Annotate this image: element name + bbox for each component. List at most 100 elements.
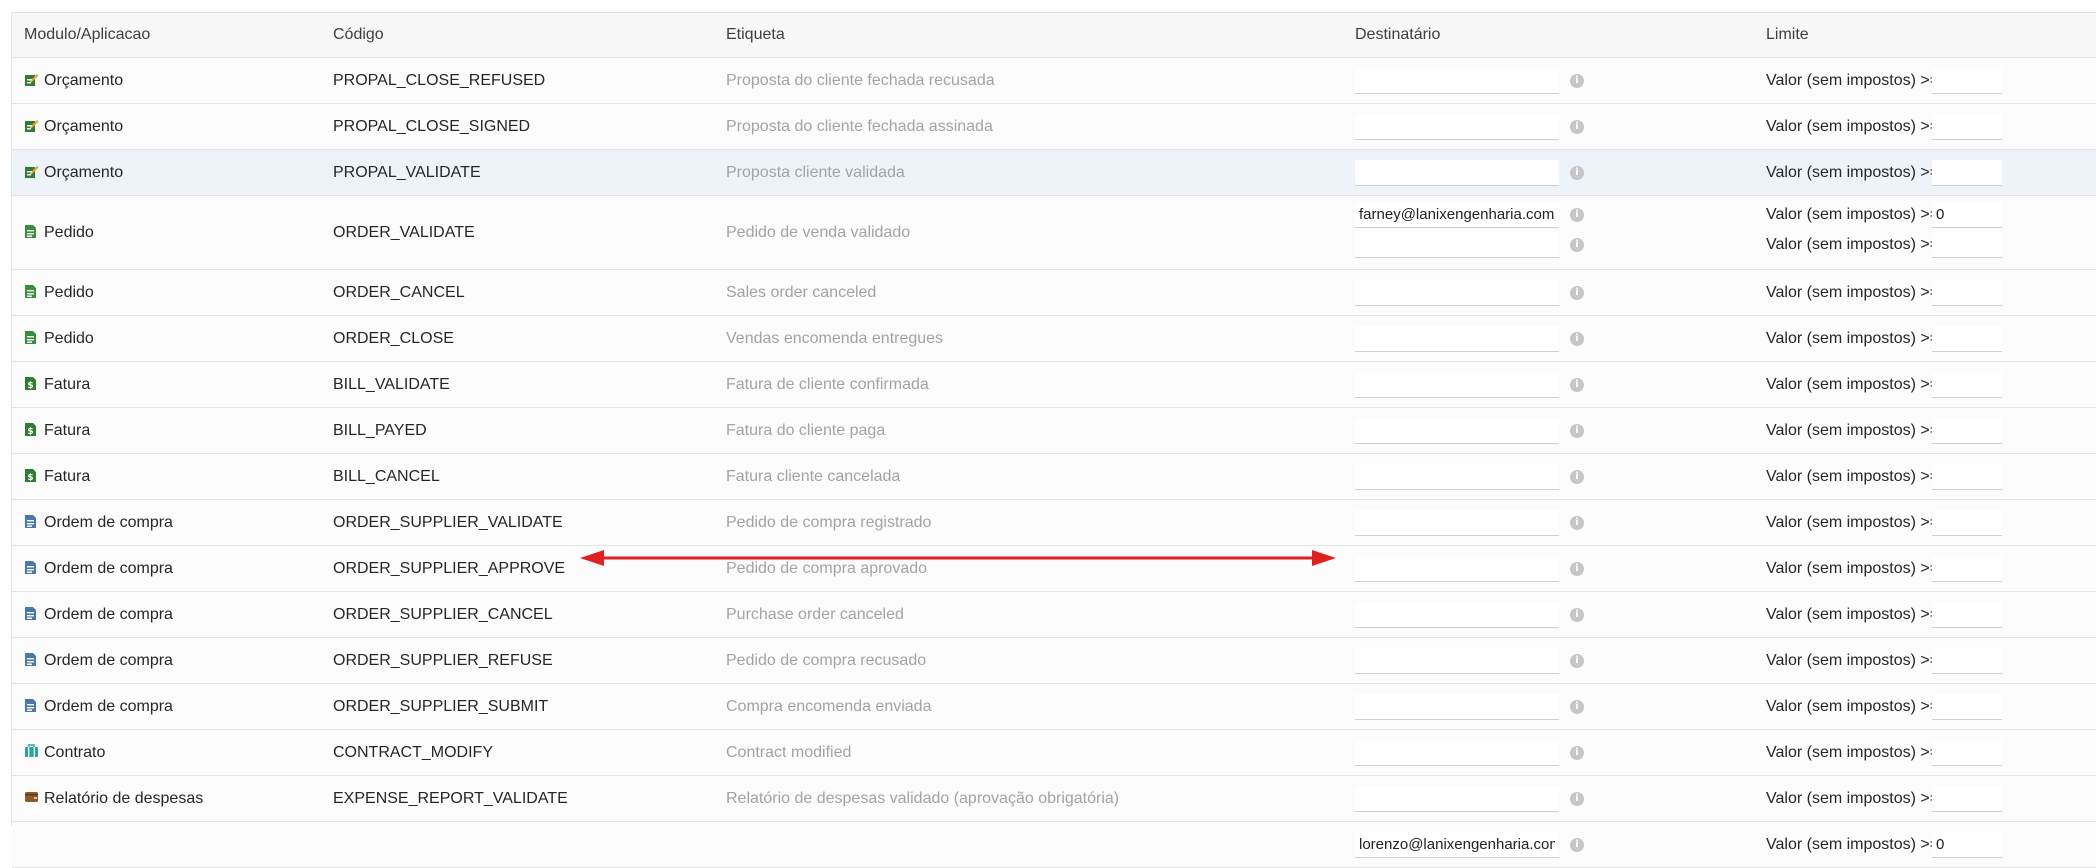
limit-amount-input[interactable] [1932,463,2002,490]
recipient-email-input[interactable] [1355,509,1559,536]
limit-label: Valor (sem impostos) >= [1766,236,1940,253]
label-cell: Proposta do cliente fechada assinada [726,117,993,135]
table-body: Orçamento PROPAL_CLOSE_REFUSED Proposta do… [12,58,2096,868]
invoice-icon: $ [24,422,38,437]
table-row: Orçamento PROPAL_CLOSE_SIGNED Proposta do … [12,104,2096,150]
info-icon[interactable]: i [1570,208,1584,222]
limit-amount-input[interactable] [1932,279,2002,306]
module-name: Pedido [44,223,94,241]
recipient-email-input[interactable] [1355,601,1559,628]
recipient-email-input[interactable] [1355,785,1559,812]
limit-label: Valor (sem impostos) >= [1766,605,1940,623]
recipient-email-input[interactable] [1355,67,1559,94]
limit-amount-input[interactable] [1932,67,2002,94]
recipient-email-input[interactable] [1355,202,1559,228]
limit-label: Valor (sem impostos) >= [1766,283,1940,301]
info-icon[interactable]: i [1570,607,1584,622]
info-icon[interactable]: i [1570,165,1584,180]
order-document-icon [24,284,38,299]
limit-label: Valor (sem impostos) >= [1766,835,1940,853]
info-icon[interactable]: i [1570,791,1584,806]
table-row: Pedido ORDER_CLOSE Vendas encomenda entreg… [12,316,2096,362]
limit-label: Valor (sem impostos) >= [1766,513,1940,531]
module-cell: Ordem de compra [24,559,173,579]
module-name: Fatura [44,467,91,485]
label-cell: Vendas encomenda entregues [726,329,944,347]
recipient-email-input[interactable] [1355,739,1559,766]
limit-amount-input[interactable] [1932,232,2002,258]
module-name: Ordem de compra [44,513,173,531]
label-cell: Pedido de compra registrado [726,513,932,531]
info-icon[interactable]: i [1570,73,1584,88]
recipient-email-input[interactable] [1355,647,1559,674]
info-icon[interactable]: i [1570,377,1584,392]
info-icon[interactable]: i [1570,561,1584,576]
order-document-icon [24,330,38,345]
invoice-icon: $ [24,468,38,483]
table-row: Relatório de despesas EXPENSE_REPORT_VALI… [12,776,2096,822]
table-row: Ordem de compra ORDER_SUPPLIER_REFUSE Pedi… [12,638,2096,684]
limit-amount-input[interactable] [1932,785,2002,812]
info-icon[interactable]: i [1570,837,1584,852]
limit-amount-input[interactable] [1932,113,2002,140]
limit-amount-input[interactable] [1932,202,2002,228]
limit-amount-input[interactable] [1932,417,2002,444]
limit-label: Valor (sem impostos) >= [1766,117,1940,135]
module-name: Ordem de compra [44,559,173,577]
module-name: Orçamento [44,117,124,135]
info-icon[interactable]: i [1570,331,1584,346]
info-icon[interactable]: i [1570,423,1584,438]
info-icon[interactable]: i [1570,285,1584,300]
recipient-email-input[interactable] [1355,831,1559,858]
recipient-email-input[interactable] [1355,113,1559,140]
recipient-email-input[interactable] [1355,693,1559,720]
info-icon[interactable]: i [1570,469,1584,484]
recipient-email-input[interactable] [1355,463,1559,490]
table-row: $ Fatura BILL_PAYED Fatura do cliente paga i… [12,408,2096,454]
limit-amount-input[interactable] [1932,371,2002,398]
svg-text:$: $ [27,381,33,391]
recipient-email-input[interactable] [1355,279,1559,306]
info-icon[interactable]: i [1570,119,1584,134]
proposal-icon [24,118,39,133]
label-cell: Contract modified [726,743,852,761]
info-icon[interactable]: i [1570,653,1584,668]
supplier-order-icon [24,698,38,713]
code-cell: ORDER_SUPPLIER_CANCEL [333,605,553,623]
module-name: Pedido [44,283,94,301]
code-cell: ORDER_SUPPLIER_VALIDATE [333,513,563,531]
info-icon[interactable]: i [1570,515,1584,530]
limit-label: Valor (sem impostos) >= [1766,71,1940,89]
limit-amount-input[interactable] [1932,555,2002,582]
recipient-email-input[interactable] [1355,159,1559,186]
module-name: Ordem de compra [44,605,173,623]
module-name: Ordem de compra [44,651,173,669]
limit-amount-input[interactable] [1932,739,2002,766]
table-row: Pedido ORDER_CANCEL Sales order canceled i V… [12,270,2096,316]
recipient-email-input[interactable] [1355,325,1559,352]
label-cell: Compra encomenda enviada [726,697,932,715]
recipient-email-input[interactable] [1355,232,1559,258]
module-cell: $ Fatura [24,421,90,441]
recipient-email-input[interactable] [1355,417,1559,444]
info-icon[interactable]: i [1570,745,1584,760]
limit-amount-input[interactable] [1932,509,2002,536]
recipient-email-input[interactable] [1355,555,1559,582]
module-name: Orçamento [44,163,124,181]
limit-amount-input[interactable] [1932,647,2002,674]
limit-amount-input[interactable] [1932,693,2002,720]
limit-amount-input[interactable] [1932,831,2002,858]
recipient-email-input[interactable] [1355,371,1559,398]
limit-amount-input[interactable] [1932,325,2002,352]
header-limit: Limite [1766,26,1809,43]
info-icon[interactable]: i [1570,699,1584,714]
code-cell: BILL_VALIDATE [333,375,450,393]
info-icon[interactable]: i [1570,238,1584,252]
module-name: Contrato [44,743,106,761]
limit-amount-input[interactable] [1932,601,2002,628]
table-row: Ordem de compra ORDER_SUPPLIER_APPROVE Ped… [12,546,2096,592]
code-cell: PROPAL_CLOSE_REFUSED [333,71,546,89]
limit-label: Valor (sem impostos) >= [1766,743,1940,761]
module-name: Relatório de despesas [44,789,204,807]
limit-amount-input[interactable] [1932,159,2002,186]
